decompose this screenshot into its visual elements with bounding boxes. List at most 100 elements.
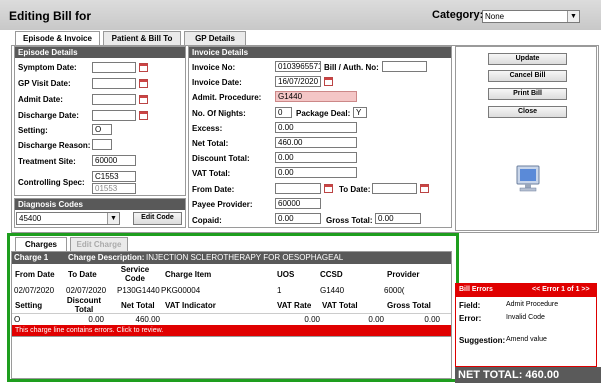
- update-button[interactable]: Update: [488, 53, 567, 65]
- discharge-reason-field[interactable]: [92, 139, 112, 150]
- gp-visit-date-label: GP Visit Date:: [18, 79, 71, 88]
- bill-auth-label: Bill / Auth. No:: [324, 63, 379, 72]
- calendar-icon[interactable]: [139, 111, 148, 120]
- symptom-date-label: Symptom Date:: [18, 63, 77, 72]
- admit-date-field[interactable]: [92, 94, 136, 105]
- charge-description-label: Charge Description:: [68, 253, 145, 262]
- tab-patient-bill-to[interactable]: Patient & Bill To: [103, 31, 181, 45]
- suggestion-value: Amend value: [506, 336, 547, 343]
- row-ccsd: G1440: [320, 286, 345, 295]
- episode-heading: Episode Details: [15, 47, 185, 58]
- error-type-value: Invalid Code: [506, 314, 545, 321]
- category-select[interactable]: None ▼: [482, 10, 580, 23]
- row-setting: O: [14, 315, 21, 324]
- bill-errors-title: Bill Errors: [459, 286, 493, 293]
- net-total-field[interactable]: 460.00: [275, 137, 357, 148]
- tab-charges[interactable]: Charges: [15, 237, 67, 252]
- treatment-site-label: Treatment Site:: [18, 157, 76, 166]
- page-title: Editing Bill for: [9, 9, 91, 23]
- invoice-no-field[interactable]: 0103965571: [275, 61, 321, 72]
- col-service-code: Service Code: [120, 265, 150, 283]
- calendar-icon[interactable]: [139, 79, 148, 88]
- col-vat-rate: VAT Rate: [277, 301, 312, 310]
- row-provider: 6000(: [384, 286, 405, 295]
- charge-error-bar[interactable]: This charge line contains errors. Click …: [12, 325, 451, 336]
- chevron-down-icon: ▼: [107, 213, 119, 224]
- vat-total-label: VAT Total:: [192, 169, 231, 178]
- vat-total-field[interactable]: 0.00: [275, 167, 357, 178]
- row-vat-total: 0.00: [368, 315, 384, 324]
- col-net-total: Net Total: [121, 301, 155, 310]
- gp-visit-date-field[interactable]: [92, 78, 136, 89]
- copaid-field[interactable]: 0.00: [275, 213, 321, 224]
- row-net-total: 460.00: [135, 315, 160, 324]
- admit-procedure-field[interactable]: G1440: [275, 91, 357, 102]
- row-uos: 1: [277, 286, 282, 295]
- to-date-label: To Date:: [339, 185, 371, 194]
- invoice-date-field[interactable]: 16/07/2020: [275, 76, 321, 87]
- symptom-date-field[interactable]: [92, 62, 136, 73]
- computer-icon: [514, 164, 542, 194]
- invoice-heading: Invoice Details: [189, 47, 451, 58]
- gross-total-field[interactable]: 0.00: [375, 213, 421, 224]
- from-date-label: From Date:: [192, 185, 235, 194]
- row-gross-total: 0.00: [424, 315, 440, 324]
- controlling-spec-field[interactable]: C1553: [92, 171, 136, 182]
- error-navigator[interactable]: << Error 1 of 1 >>: [532, 286, 590, 293]
- col-ccsd: CCSD: [320, 270, 343, 279]
- print-bill-button[interactable]: Print Bill: [488, 88, 567, 100]
- diagnosis-select[interactable]: 45400 ▼: [16, 212, 120, 225]
- calendar-icon[interactable]: [324, 184, 333, 193]
- package-deal-field[interactable]: Y: [353, 107, 367, 118]
- row-service-code: P130G1440: [117, 286, 160, 295]
- col-uos: UOS: [277, 270, 295, 279]
- net-total-label: Net Total:: [192, 139, 229, 148]
- admit-date-label: Admit Date:: [18, 95, 63, 104]
- excess-label: Excess:: [192, 124, 223, 133]
- close-button[interactable]: Close: [488, 106, 567, 118]
- row-charge-item: PKG00004: [161, 286, 201, 295]
- divider: [12, 336, 451, 337]
- admit-procedure-label: Admit. Procedure:: [192, 93, 262, 102]
- tab-gp-details[interactable]: GP Details: [184, 31, 246, 45]
- row-vat-rate: 0.00: [304, 315, 320, 324]
- col-to-date: To Date: [68, 270, 97, 279]
- discharge-date-field[interactable]: [92, 110, 136, 121]
- to-date-field[interactable]: [372, 183, 417, 194]
- controlling-spec-label: Controlling Spec:: [18, 178, 85, 187]
- excess-field[interactable]: 0.00: [275, 122, 357, 133]
- payee-provider-field[interactable]: 60000: [275, 198, 321, 209]
- from-date-field[interactable]: [275, 183, 321, 194]
- discount-total-field[interactable]: 0.00: [275, 152, 357, 163]
- col-discount-total: Discount Total: [66, 296, 102, 314]
- nights-field[interactable]: 0: [275, 107, 292, 118]
- calendar-icon[interactable]: [324, 77, 333, 86]
- col-charge-item: Charge Item: [165, 270, 212, 279]
- diagnosis-value: 45400: [19, 214, 42, 223]
- invoice-date-label: Invoice Date:: [192, 78, 242, 87]
- setting-field[interactable]: O: [92, 124, 112, 135]
- discharge-date-label: Discharge Date:: [18, 111, 79, 120]
- tab-edit-charge[interactable]: Edit Charge: [70, 237, 128, 251]
- edit-code-button[interactable]: Edit Code: [133, 212, 182, 225]
- diagnosis-heading: Diagnosis Codes: [15, 199, 185, 210]
- error-type-label: Error:: [459, 314, 482, 323]
- chevron-down-icon: ▼: [567, 11, 579, 22]
- error-field-value: Admit Procedure: [506, 301, 559, 308]
- category-value: None: [485, 12, 505, 21]
- bill-auth-field[interactable]: [382, 61, 427, 72]
- tab-episode-invoice[interactable]: Episode & Invoice: [15, 31, 100, 46]
- calendar-icon[interactable]: [420, 184, 429, 193]
- row-to-date: 02/07/2020: [66, 286, 107, 295]
- cancel-bill-button[interactable]: Cancel Bill: [488, 70, 567, 82]
- col-setting: Setting: [15, 301, 43, 310]
- calendar-icon[interactable]: [139, 95, 148, 104]
- charge-description: INJECTION SCLEROTHERAPY FOR OESOPHAGEAL: [146, 253, 344, 262]
- row-from-date: 02/07/2020: [14, 286, 55, 295]
- controlling-spec-code: 01553: [92, 183, 136, 194]
- col-vat-indicator: VAT Indicator: [165, 301, 216, 310]
- treatment-site-field[interactable]: 60000: [92, 155, 136, 166]
- category-label: Category:: [432, 9, 484, 21]
- discharge-reason-label: Discharge Reason:: [18, 141, 91, 150]
- calendar-icon[interactable]: [139, 63, 148, 72]
